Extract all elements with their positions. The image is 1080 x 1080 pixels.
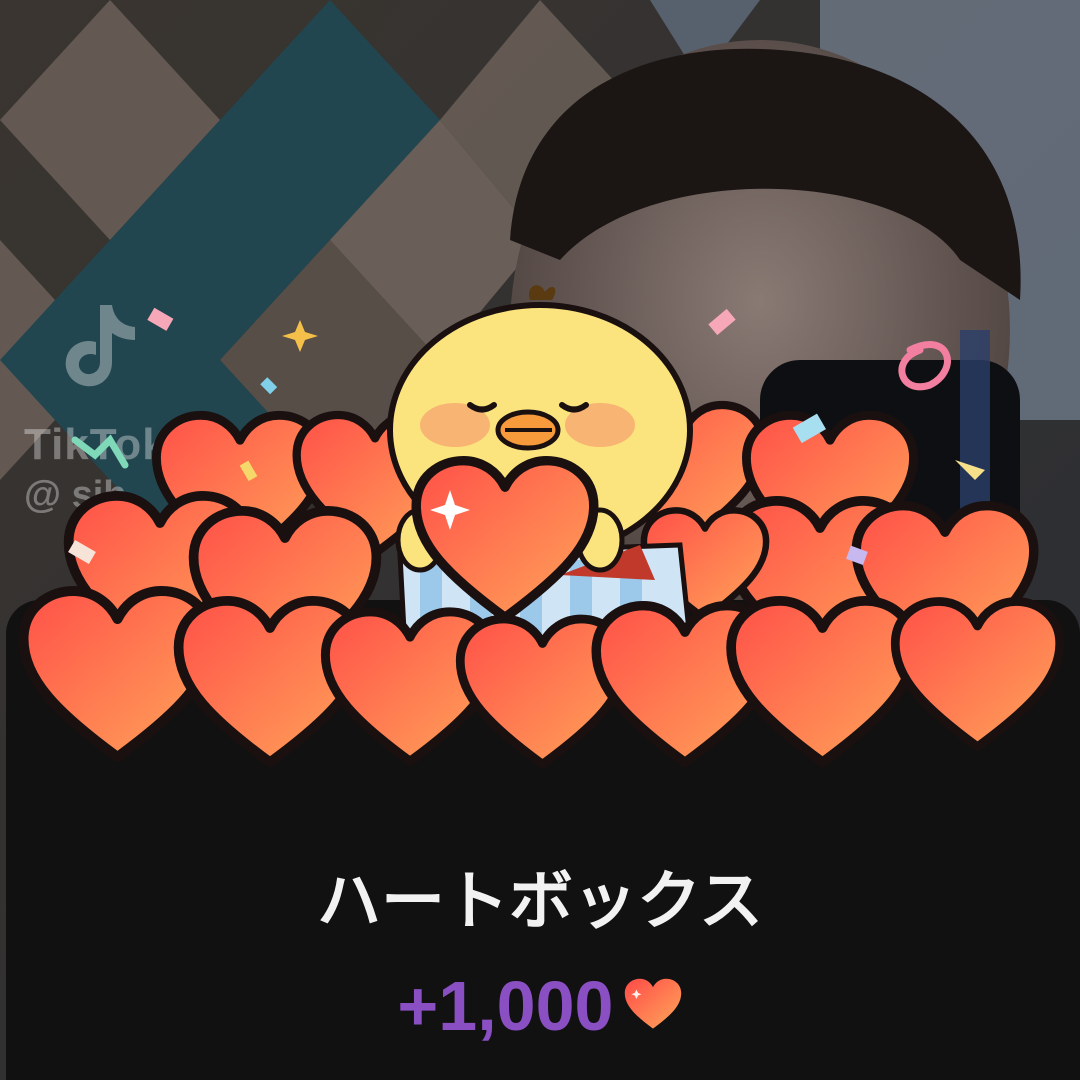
reward-amount-row: +1,000 [0,966,1080,1046]
heart-icon [731,601,914,762]
reward-amount: +1,000 [397,967,614,1045]
heart-icon [895,602,1060,747]
chick-character [387,285,693,653]
heart-icon [623,977,683,1035]
popup-title: ハートボックス [316,865,764,939]
heart-box-illustration [0,0,1080,800]
